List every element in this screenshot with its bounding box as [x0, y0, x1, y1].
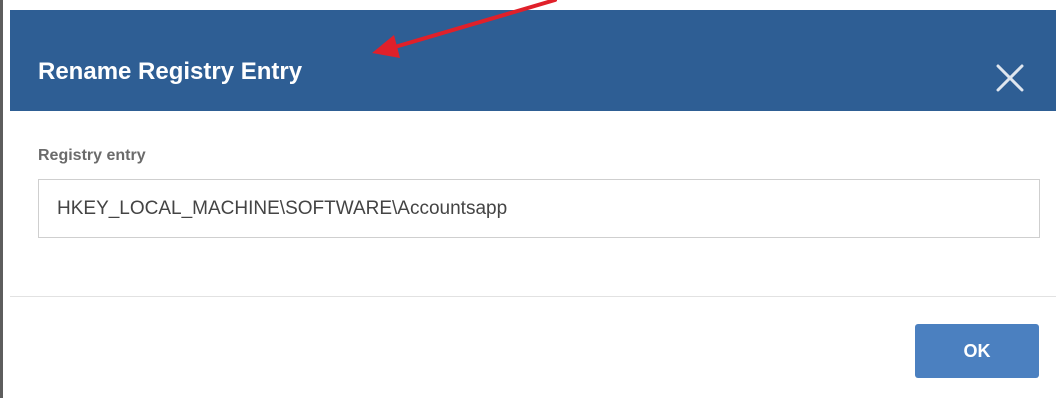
screenshot-stage: Rename Registry Entry Registry entry OK	[0, 0, 1056, 398]
registry-entry-label: Registry entry	[38, 147, 146, 164]
dialog-title: Rename Registry Entry	[38, 58, 303, 85]
registry-entry-input[interactable]	[38, 179, 1040, 238]
dialog-header: Rename Registry Entry	[10, 10, 1056, 111]
close-button[interactable]	[992, 60, 1032, 100]
ok-button[interactable]: OK	[915, 324, 1039, 378]
close-icon	[996, 64, 1024, 92]
window-edge	[0, 0, 3, 398]
rename-registry-dialog: Rename Registry Entry Registry entry OK	[10, 0, 1056, 398]
footer-divider	[10, 296, 1056, 297]
